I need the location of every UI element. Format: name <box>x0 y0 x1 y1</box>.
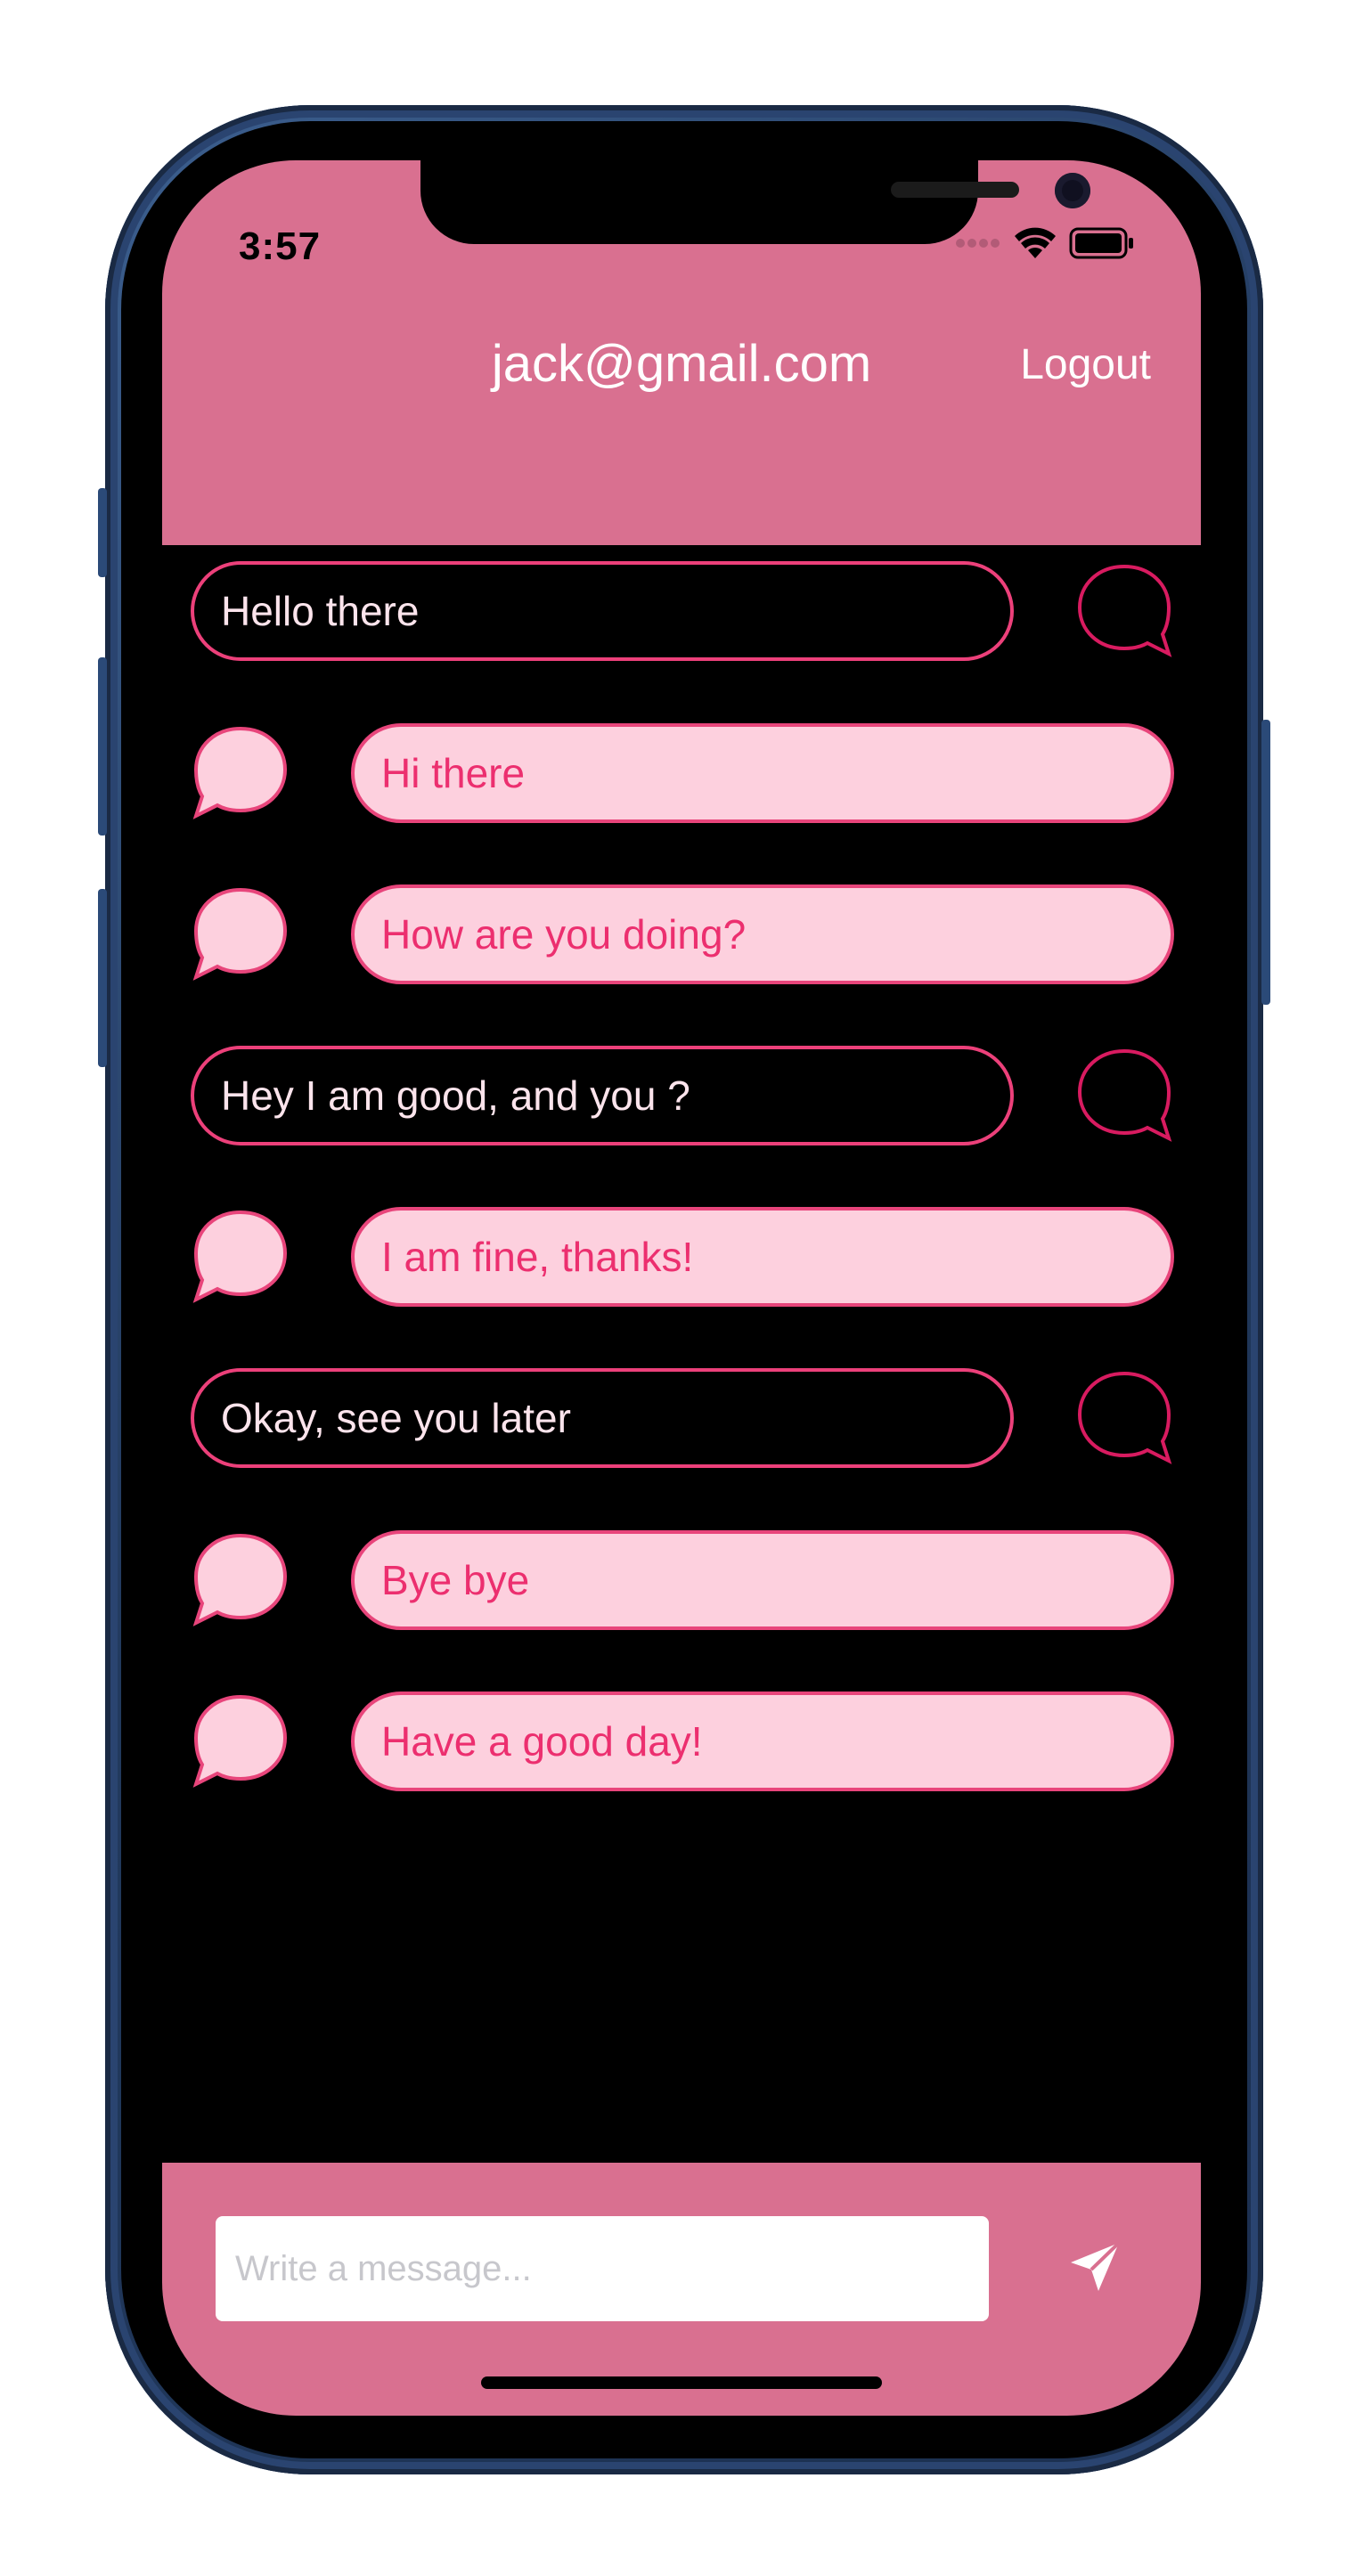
logout-button[interactable]: Logout <box>1020 340 1151 389</box>
app-screen: 3:57 jack@gmail.com Logout Hello there H… <box>144 143 1219 2433</box>
battery-icon <box>1069 227 1135 264</box>
message-bubble: Bye bye <box>351 1530 1174 1630</box>
front-camera <box>1055 173 1090 208</box>
status-time: 3:57 <box>239 224 322 268</box>
speaker-grille <box>891 182 1019 198</box>
chat-bubble-filled-icon <box>191 1692 290 1791</box>
chat-bubble-filled-icon <box>191 1207 290 1307</box>
message-bubble: Okay, see you later <box>191 1368 1014 1468</box>
message-row-incoming: Have a good day! <box>144 1692 1219 1798</box>
volume-down-button <box>98 889 107 1067</box>
message-row-incoming: I am fine, thanks! <box>144 1207 1219 1314</box>
chat-bubble-outline-icon <box>1074 1046 1174 1145</box>
notch <box>420 160 1090 244</box>
chat-bubble-outline-icon <box>1074 1368 1174 1468</box>
chat-bubble-filled-icon <box>191 723 290 823</box>
message-row-outgoing: Okay, see you later <box>144 1368 1219 1475</box>
chat-bubble-outline-icon <box>1074 561 1174 661</box>
message-bubble: Hello there <box>191 561 1014 661</box>
message-bubble: I am fine, thanks! <box>351 1207 1174 1307</box>
power-button <box>1261 720 1270 1005</box>
silent-switch <box>98 488 107 577</box>
message-input[interactable] <box>216 2216 989 2321</box>
message-bubble: Have a good day! <box>351 1692 1174 1791</box>
message-row-outgoing: Hello there <box>144 561 1219 668</box>
cellular-signal-icon <box>955 237 1001 253</box>
status-icons <box>955 223 1135 267</box>
message-bubble: How are you doing? <box>351 884 1174 984</box>
paper-plane-icon <box>1067 2239 1122 2299</box>
send-button[interactable] <box>1053 2227 1137 2311</box>
message-bubble: Hi there <box>351 723 1174 823</box>
chat-bubble-filled-icon <box>191 1530 290 1630</box>
message-row-incoming: How are you doing? <box>144 884 1219 991</box>
home-indicator[interactable] <box>481 2376 882 2389</box>
wifi-icon <box>1014 226 1057 265</box>
chat-bubble-filled-icon <box>191 884 290 984</box>
message-row-incoming: Hi there <box>144 723 1219 830</box>
message-row-incoming: Bye bye <box>144 1530 1219 1637</box>
message-bubble: Hey I am good, and you ? <box>191 1046 1014 1145</box>
message-row-outgoing: Hey I am good, and you ? <box>144 1046 1219 1153</box>
nav-header: 3:57 jack@gmail.com Logout <box>162 160 1201 545</box>
volume-up-button <box>98 657 107 836</box>
